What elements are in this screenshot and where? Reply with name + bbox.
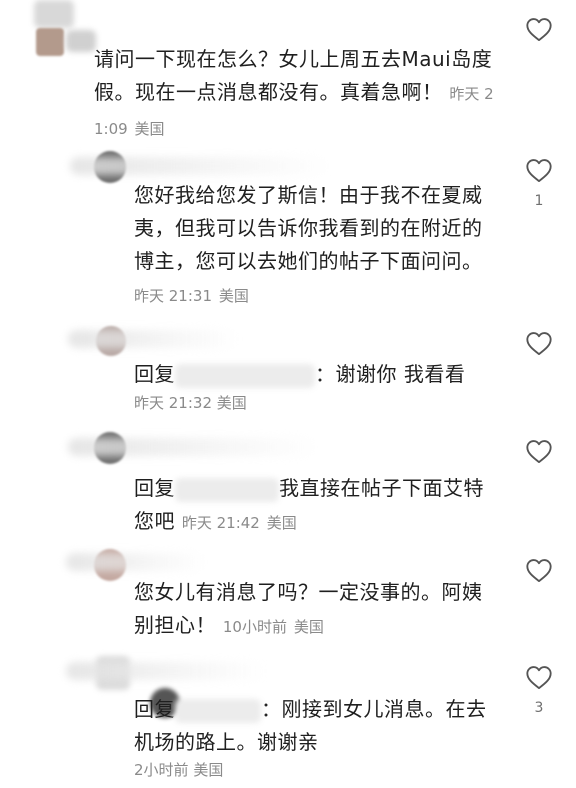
reply-prefix: 回复 <box>134 476 175 500</box>
comment-item: 回复 ：刚接到女儿消息。在去机场的路上。谢谢亲 2小时前 美国 3 <box>0 652 576 788</box>
mention-redacted[interactable] <box>175 363 315 388</box>
comment-body: 您好我给您发了斯信！由于我不在夏威夷，但我可以告诉你我看到的在附近的博主，您可以… <box>134 183 483 273</box>
like-count: 1 <box>534 193 544 209</box>
comment-item: 回复 我直接在帖子下面艾特您吧 昨天 21:42 美国 <box>0 428 576 538</box>
comment-item: 您好我给您发了斯信！由于我不在夏威夷，但我可以告诉你我看到的在附近的博主，您可以… <box>0 145 576 305</box>
comment-thread: 请问一下现在怎么？女儿上周五去Maui岛度假。现在一点消息都没有。真着急啊！ 昨… <box>0 0 576 788</box>
mention-redacted[interactable] <box>175 698 261 723</box>
comment-text: 回复 ：刚接到女儿消息。在去机场的路上。谢谢亲 <box>134 693 494 759</box>
heart-outline-icon <box>526 666 552 690</box>
comment-location: 美国 <box>216 394 247 412</box>
like-button[interactable] <box>524 330 554 366</box>
comment-meta: 昨天 21:32 美国 <box>134 392 247 413</box>
heart-outline-icon <box>526 440 552 464</box>
comment-text: 回复 ：谢谢你 我看看 <box>134 358 514 391</box>
comment-location: 美国 <box>193 761 224 779</box>
avatar[interactable] <box>34 0 74 28</box>
reply-prefix: 回复 <box>134 697 175 721</box>
comment-time: 10小时前 <box>222 618 287 636</box>
comment-time: 昨天 21:31 <box>134 287 212 305</box>
comment-location: 美国 <box>266 514 297 532</box>
like-button[interactable]: 1 <box>524 157 554 209</box>
username-redacted <box>66 553 206 571</box>
comment-text: 请问一下现在怎么？女儿上周五去Maui岛度假。现在一点消息都没有。真着急啊！ 昨… <box>94 43 494 146</box>
comment-time: 昨天 21:42 <box>181 514 260 532</box>
comment-meta: 2小时前 美国 <box>134 759 223 780</box>
comment-text: 回复 我直接在帖子下面艾特您吧 昨天 21:42 美国 <box>134 472 494 540</box>
comment-location: 美国 <box>293 618 324 636</box>
comment-time: 昨天 21:32 <box>134 394 212 412</box>
username-redacted <box>70 157 330 175</box>
comment-time: 2小时前 <box>134 761 189 779</box>
heart-outline-icon <box>526 159 552 183</box>
username-redacted <box>68 438 318 456</box>
heart-outline-icon <box>526 559 552 583</box>
comment-location: 美国 <box>134 120 165 138</box>
mention-redacted[interactable] <box>175 477 279 502</box>
like-count: 3 <box>534 700 544 716</box>
comment-item: 您女儿有消息了吗？一定没事的。阿姨别担心！ 10小时前 美国 <box>0 545 576 645</box>
heart-outline-icon <box>526 332 552 356</box>
like-button[interactable] <box>524 557 554 593</box>
comment-body: 请问一下现在怎么？女儿上周五去Maui岛度假。现在一点消息都没有。真着急啊！ <box>94 47 493 104</box>
heart-outline-icon <box>526 18 552 42</box>
avatar[interactable] <box>36 28 64 56</box>
comment-item: 回复 ：谢谢你 我看看 昨天 21:32 美国 <box>0 320 576 420</box>
like-button[interactable] <box>524 438 554 474</box>
comment-text: 您女儿有消息了吗？一定没事的。阿姨别担心！ 10小时前 美国 <box>134 576 494 644</box>
like-button[interactable]: 3 <box>524 664 554 716</box>
username-redacted <box>68 330 238 348</box>
comment-body: ：谢谢你 我看看 <box>315 362 466 386</box>
reply-prefix: 回复 <box>134 362 175 386</box>
like-button[interactable] <box>524 16 554 52</box>
username-redacted <box>66 662 266 680</box>
comment-text: 您好我给您发了斯信！由于我不在夏威夷，但我可以告诉你我看到的在附近的博主，您可以… <box>134 179 494 313</box>
comment-location: 美国 <box>218 287 249 305</box>
comment-item: 请问一下现在怎么？女儿上周五去Maui岛度假。现在一点消息都没有。真着急啊！ 昨… <box>0 0 576 140</box>
avatar <box>66 30 96 52</box>
